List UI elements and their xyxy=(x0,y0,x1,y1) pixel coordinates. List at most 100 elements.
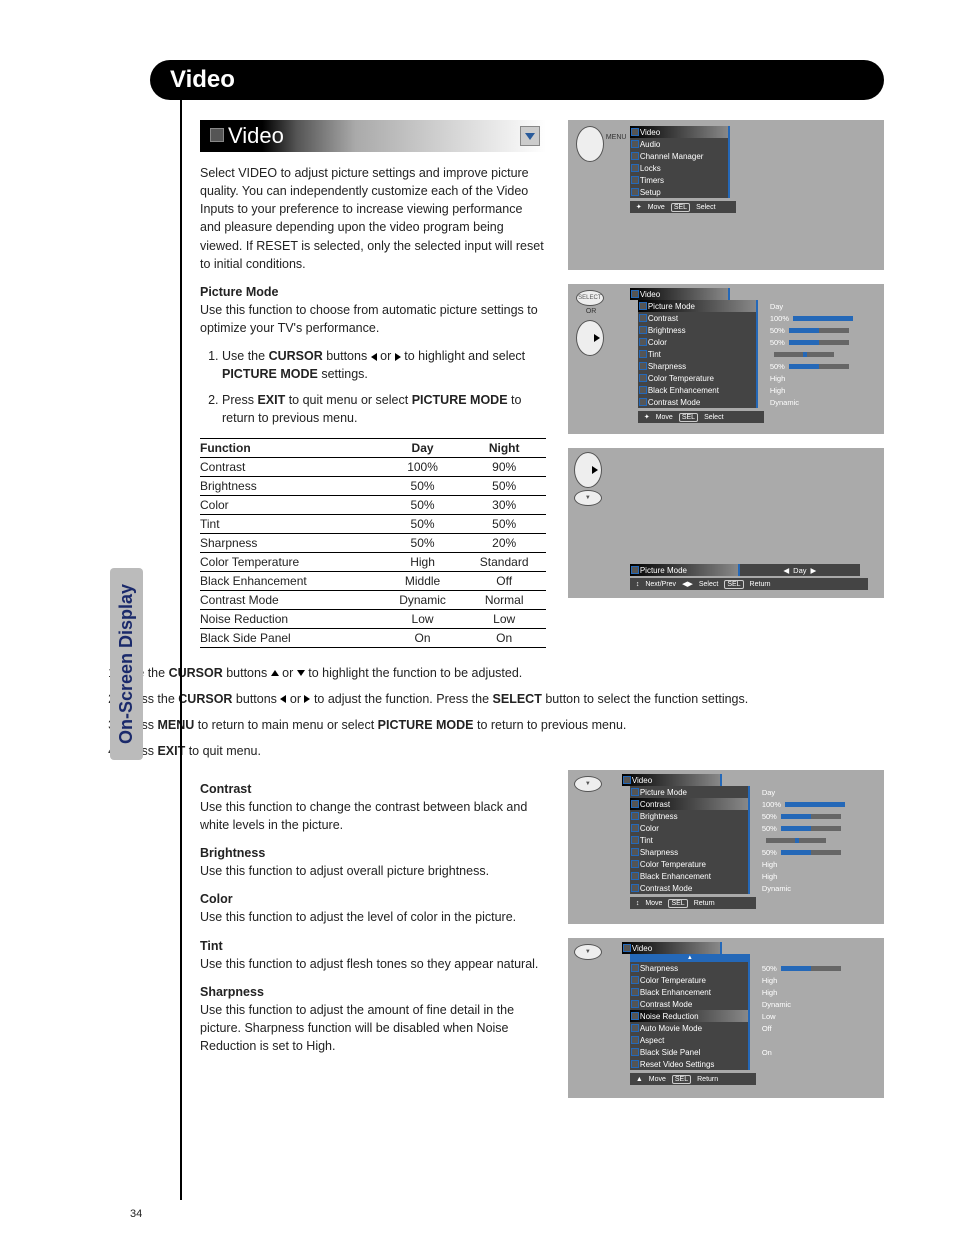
divider-line xyxy=(180,98,182,1200)
osd-value: Off xyxy=(758,1022,858,1034)
dpad-icon xyxy=(574,452,602,488)
cursor-steps: Use the CURSOR buttons or to highlight t… xyxy=(100,664,802,761)
osd-item: Channel Manager xyxy=(630,150,730,162)
osd-value: 100% xyxy=(758,798,858,810)
osd-item: Black Enhancement xyxy=(630,986,750,998)
osd-item: Reset Video Settings xyxy=(630,1058,750,1070)
osd-item: Noise Reduction xyxy=(630,1010,750,1022)
th-function: Function xyxy=(200,438,383,457)
osd-item: Contrast xyxy=(630,798,750,810)
osd-item: Black Enhancement xyxy=(630,870,750,882)
table-row: Color50%30% xyxy=(200,495,546,514)
sharpness-desc: Use this function to adjust the amount o… xyxy=(200,1001,546,1055)
table-row: Sharpness50%20% xyxy=(200,533,546,552)
page-header: Video xyxy=(150,60,884,100)
intro-text: Select VIDEO to adjust picture settings … xyxy=(200,164,546,273)
osd-item: Timers xyxy=(630,174,730,186)
osd-value: 50% xyxy=(766,336,866,348)
osd-item: Aspect xyxy=(630,1034,750,1046)
osd-value: Day xyxy=(766,300,866,312)
osd-item: Tint xyxy=(630,834,750,846)
osd-title: Picture Mode xyxy=(630,564,740,576)
osd-item: Audio xyxy=(630,138,730,150)
color-desc: Use this function to adjust the level of… xyxy=(200,908,546,926)
list-item: Press MENU to return to main menu or sel… xyxy=(122,716,802,734)
side-tab: On-Screen Display xyxy=(110,568,143,760)
list-item: Press EXIT to quit menu. xyxy=(122,742,802,760)
down-button-icon: ▼ xyxy=(574,944,602,960)
osd-title: Video xyxy=(622,774,722,786)
osd-value xyxy=(766,348,866,360)
menu-label: MENU xyxy=(606,134,627,141)
osd-item: Locks xyxy=(630,162,730,174)
osd-value: Day xyxy=(758,786,858,798)
section-bar-title: Video xyxy=(228,123,284,149)
osd-value: High xyxy=(758,974,858,986)
brightness-desc: Use this function to adjust overall pict… xyxy=(200,862,546,880)
osd-item: Picture Mode xyxy=(630,786,750,798)
osd-value: 100% xyxy=(766,312,866,324)
osd-item: Video xyxy=(630,126,730,138)
osd-item: Sharpness xyxy=(630,962,750,974)
osd-item: Color xyxy=(630,822,750,834)
osd-item: Brightness xyxy=(638,324,758,336)
color-heading: Color xyxy=(200,892,546,906)
dropdown-icon xyxy=(520,126,540,146)
contrast-heading: Contrast xyxy=(200,782,546,796)
th-day: Day xyxy=(383,438,463,457)
osd-value xyxy=(758,1034,858,1046)
contrast-desc: Use this function to change the contrast… xyxy=(200,798,546,834)
osd-item: Sharpness xyxy=(630,846,750,858)
osd-item: Contrast Mode xyxy=(630,882,750,894)
osd-value: 50% xyxy=(766,360,866,372)
down-button-icon: ▼ xyxy=(574,776,602,792)
osd-value xyxy=(758,1058,858,1070)
osd-item: Color Temperature xyxy=(630,858,750,870)
sharpness-heading: Sharpness xyxy=(200,985,546,999)
osd-value: Low xyxy=(758,1010,858,1022)
osd-value: Dynamic xyxy=(766,396,866,408)
table-row: Color TemperatureHighStandard xyxy=(200,552,546,571)
table-row: Noise ReductionLowLow xyxy=(200,609,546,628)
osd-title: Video xyxy=(630,288,730,300)
osd-screenshot-picture-mode: ▼ Picture Mode ◀ Day ▶ ↕ Next/Prev ◀▶ Se… xyxy=(568,448,884,598)
osd-item: Black Side Panel xyxy=(630,1046,750,1058)
dpad-icon xyxy=(576,320,604,356)
osd-value: High xyxy=(758,870,858,882)
osd-screenshot-video-extended: ▼ Video ▲ Sharpness Color Temperature Bl… xyxy=(568,938,884,1098)
down-arrow-icon xyxy=(297,670,305,676)
osd-item: Picture Mode xyxy=(638,300,758,312)
osd-value: 50% xyxy=(758,846,858,858)
osd-value: Dynamic xyxy=(758,882,858,894)
osd-title: Video xyxy=(622,942,722,954)
osd-screenshot-main-menu: MENU Video Audio Channel Manager Locks T… xyxy=(568,120,884,270)
osd-item: Setup xyxy=(630,186,730,198)
osd-value: 50% xyxy=(758,810,858,822)
osd-footer: ✦ Move SEL Select xyxy=(638,411,764,423)
list-item: Use the CURSOR buttons or to highlight t… xyxy=(122,664,802,682)
osd-item: Contrast Mode xyxy=(630,998,750,1010)
osd-item: Color xyxy=(638,336,758,348)
page-number: 34 xyxy=(130,1208,142,1220)
table-row: Contrast ModeDynamicNormal xyxy=(200,590,546,609)
table-row: Brightness50%50% xyxy=(200,476,546,495)
down-button-icon: ▼ xyxy=(574,490,602,506)
table-row: Black Side PanelOnOn xyxy=(200,628,546,647)
th-night: Night xyxy=(462,438,545,457)
osd-item: Black Enhancement xyxy=(638,384,758,396)
osd-item: Auto Movie Mode xyxy=(630,1022,750,1034)
tint-heading: Tint xyxy=(200,939,546,953)
tint-desc: Use this function to adjust flesh tones … xyxy=(200,955,546,973)
osd-value: ◀ Day ▶ xyxy=(740,564,860,576)
table-row: Tint50%50% xyxy=(200,514,546,533)
osd-item: Brightness xyxy=(630,810,750,822)
osd-item: Color Temperature xyxy=(638,372,758,384)
osd-item: Color Temperature xyxy=(630,974,750,986)
osd-value: 50% xyxy=(758,962,858,974)
osd-value xyxy=(758,834,858,846)
or-label: OR xyxy=(586,308,597,315)
osd-footer: ↕ Next/Prev ◀▶ Select SEL Return xyxy=(630,578,868,590)
osd-value: On xyxy=(758,1046,858,1058)
up-arrow-icon xyxy=(271,670,279,676)
list-item: Press the CURSOR buttons or to adjust th… xyxy=(122,690,802,708)
